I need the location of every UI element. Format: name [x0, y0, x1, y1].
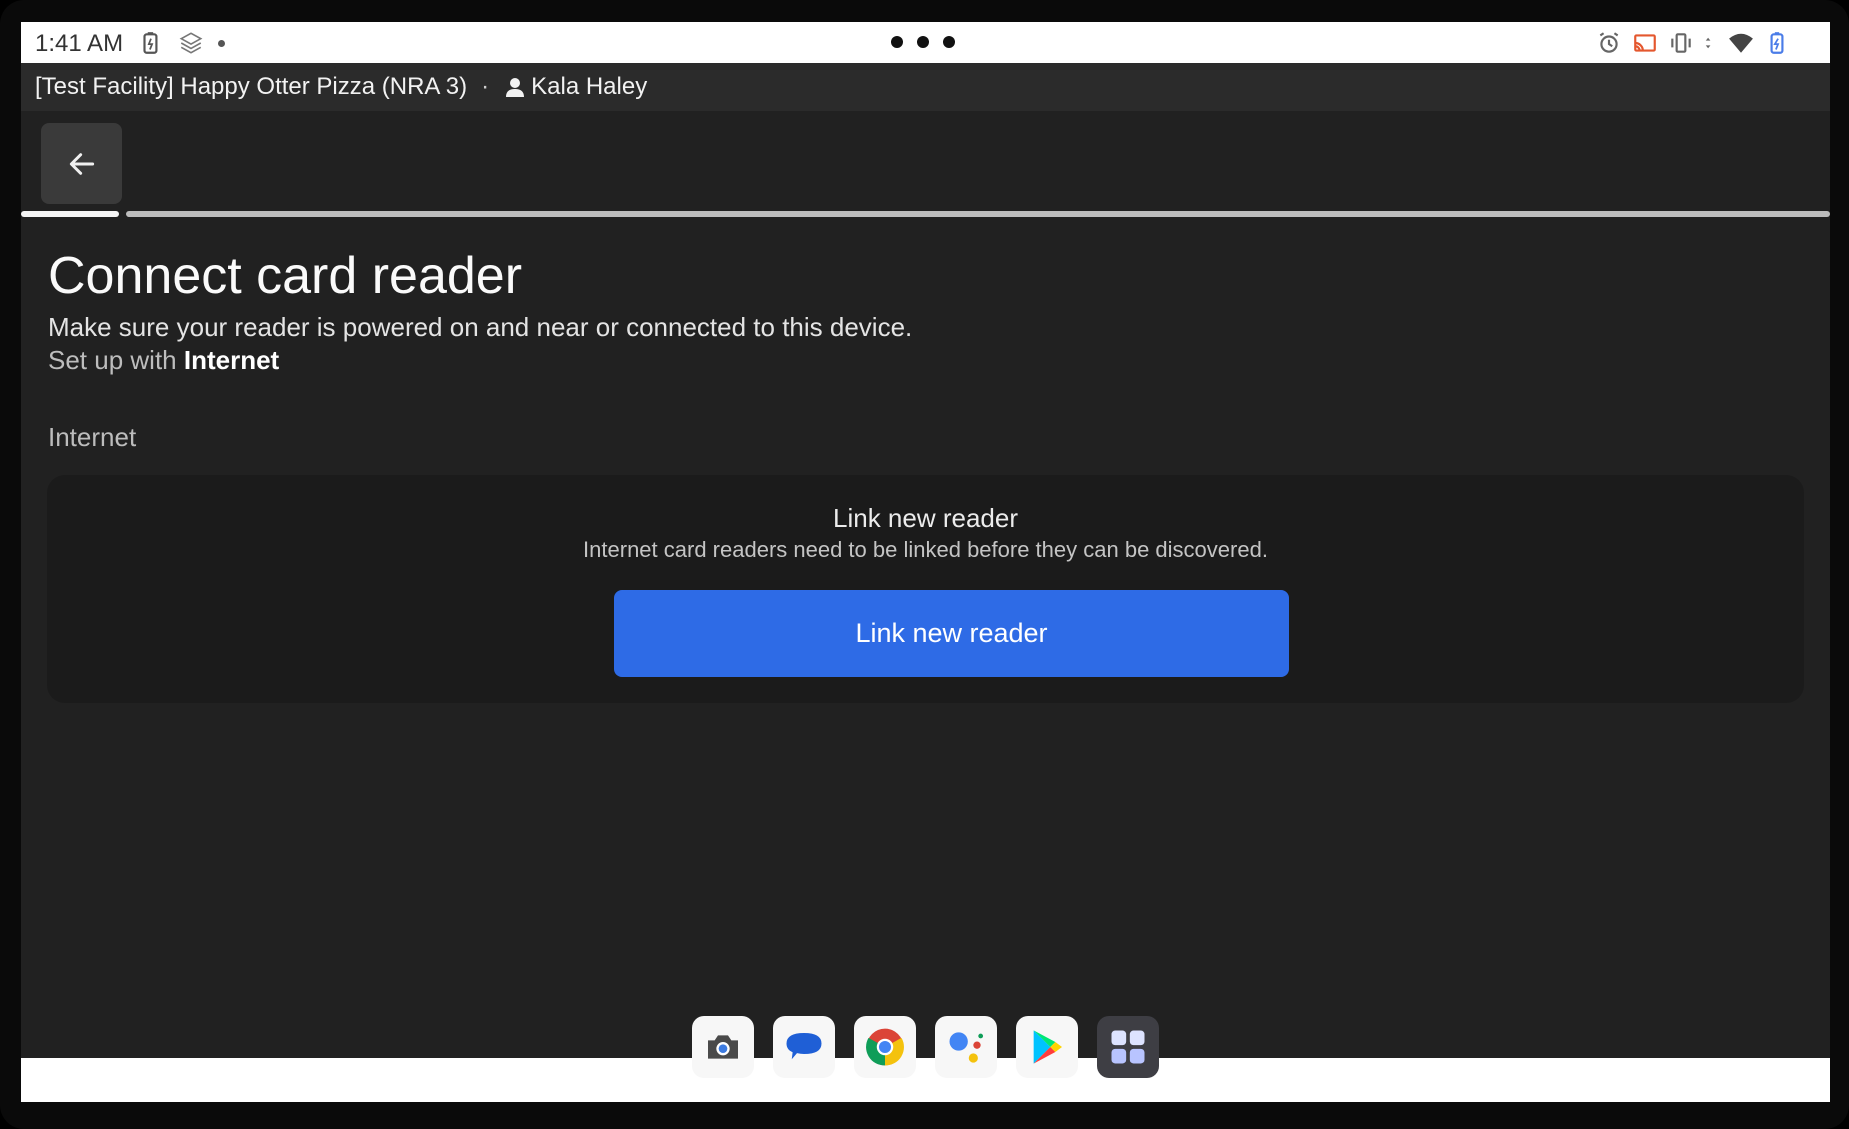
page-subtitle: Make sure your reader is powered on and … [48, 312, 913, 342]
data-arrows-icon [1705, 37, 1711, 49]
battery-charging-icon [1770, 32, 1784, 54]
dot [917, 36, 929, 48]
device-frame: 1:41 AM [Test Facility] Happy Otter Pizz… [0, 0, 1849, 1129]
dot [943, 36, 955, 48]
play-store-icon [1033, 1030, 1062, 1064]
arrow-left-icon [69, 152, 94, 175]
card-title: Link new reader [833, 503, 1018, 533]
play-store-app-icon[interactable] [1016, 1016, 1078, 1078]
status-right-icons [1596, 30, 1790, 56]
setup-method-line: Set up with Internet [48, 345, 279, 376]
page-title: Connect card reader [48, 247, 523, 305]
status-bar: 1:41 AM [21, 22, 1830, 63]
back-button[interactable] [41, 123, 122, 204]
grid-icon [1111, 1030, 1145, 1064]
section-label: Internet [48, 422, 137, 452]
setup-prefix: Set up with [48, 345, 177, 375]
setup-method: Internet [183, 345, 280, 375]
layers-icon [179, 32, 203, 54]
step-progress [21, 211, 1830, 217]
battery-saver-icon [143, 32, 158, 54]
status-left-icons [138, 30, 225, 56]
user-icon [506, 78, 525, 97]
progress-step-current [21, 211, 119, 217]
wifi-icon [1729, 33, 1753, 53]
notification-dot [218, 39, 225, 47]
progress-step-remaining [126, 211, 1830, 217]
facility-name: [Test Facility] Happy Otter Pizza (NRA 3… [35, 73, 468, 100]
app-drawer-icon[interactable] [1097, 1016, 1159, 1078]
cast-icon [1634, 34, 1656, 52]
card-description: Internet card readers need to be linked … [583, 537, 1268, 562]
screen: 1:41 AM [Test Facility] Happy Otter Pizz… [21, 22, 1830, 1102]
message-bubble-icon [786, 1033, 822, 1060]
vibrate-icon [1671, 33, 1691, 53]
camera-icon [708, 1035, 738, 1059]
assistant-app-icon[interactable] [935, 1016, 997, 1078]
header-separator: · [481, 73, 490, 100]
user-name: Kala Haley [531, 73, 648, 100]
link-new-reader-button[interactable]: Link new reader [614, 590, 1289, 677]
app-dock [692, 1016, 1159, 1078]
alarm-icon [1599, 32, 1619, 53]
app-header: [Test Facility] Happy Otter Pizza (NRA 3… [21, 63, 1830, 111]
chrome-icon [866, 1028, 904, 1066]
link-reader-card: Link new reader Internet card readers ne… [47, 475, 1804, 703]
dot [891, 36, 903, 48]
camera-app-icon[interactable] [692, 1016, 754, 1078]
multitask-dots[interactable] [891, 36, 955, 48]
messages-app-icon[interactable] [773, 1016, 835, 1078]
assistant-icon [949, 1032, 984, 1063]
status-time: 1:41 AM [35, 30, 124, 57]
chrome-app-icon[interactable] [854, 1016, 916, 1078]
